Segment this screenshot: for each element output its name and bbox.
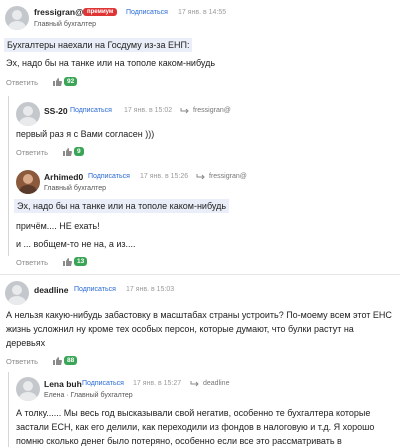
comment-text: А нельзя какую-нибудь забастовку в масшт… — [6, 310, 392, 348]
avatar[interactable] — [16, 170, 40, 194]
premium-badge: премиум — [83, 8, 118, 16]
reply-to-author[interactable]: deadline — [203, 380, 229, 387]
reply-arrow-icon — [180, 108, 189, 114]
avatar[interactable] — [5, 6, 29, 30]
comment-date: 17 янв. в 14:55 — [178, 9, 227, 16]
divider — [0, 274, 400, 275]
subscribe-button[interactable]: Подписаться — [70, 107, 112, 114]
author-role: Елена · Главный бухгалтер — [44, 392, 133, 399]
subscribe-button[interactable]: Подписаться — [74, 286, 116, 293]
quote-text: Эх, надо бы на танке или на тополе каком… — [14, 199, 230, 213]
comment-author[interactable]: Arhimed0 — [44, 172, 83, 182]
thumbs-up-icon[interactable] — [62, 257, 72, 267]
author-role: Главный бухгалтер — [44, 185, 106, 192]
thread-line — [8, 96, 9, 256]
thumbs-up-icon[interactable] — [52, 77, 62, 87]
reply-button[interactable]: Ответить — [16, 258, 48, 267]
like-count: 92 — [64, 77, 78, 86]
subscribe-button[interactable]: Подписаться — [126, 9, 168, 16]
like-count: 13 — [74, 257, 88, 266]
comment-date: 17 янв. в 15:27 — [133, 380, 182, 387]
thumbs-up-icon[interactable] — [52, 356, 62, 366]
comment-date: 17 янв. в 15:02 — [124, 107, 173, 114]
comment-text: Эх, надо бы на танке или на тополе каком… — [6, 58, 216, 68]
like-count: 88 — [64, 356, 78, 365]
comment-date: 17 янв. в 15:26 — [140, 173, 189, 180]
reply-button[interactable]: Ответить — [16, 148, 48, 157]
reply-to-author[interactable]: fressigran@ — [209, 173, 247, 180]
quote-text: Бухгалтеры наехали на Госдуму из-за ЕНП: — [4, 38, 193, 52]
author-role: Главный бухгалтер — [34, 21, 96, 28]
avatar[interactable] — [5, 281, 29, 305]
reply-to-author[interactable]: fressigran@ — [193, 107, 231, 114]
avatar[interactable] — [16, 102, 40, 126]
reply-arrow-icon — [196, 174, 205, 180]
comment-text: причём.... НЕ ехать! — [16, 221, 100, 231]
reply-arrow-icon — [190, 381, 199, 387]
avatar[interactable] — [16, 377, 40, 401]
reply-button[interactable]: Ответить — [6, 78, 38, 87]
subscribe-button[interactable]: Подписаться — [82, 380, 124, 387]
thumbs-up-icon[interactable] — [62, 147, 72, 157]
comment-author[interactable]: fressigran@ — [34, 7, 83, 17]
comment-author[interactable]: SS-20 — [44, 106, 68, 116]
comment-date: 17 янв. в 15:03 — [126, 286, 175, 293]
reply-button[interactable]: Ответить — [6, 357, 38, 366]
comment-author[interactable]: deadline — [34, 285, 68, 295]
comment-author[interactable]: Lena buh — [44, 379, 82, 389]
subscribe-button[interactable]: Подписаться — [88, 173, 130, 180]
comment-text: и ... вобщем-то не на, а из.... — [16, 239, 136, 249]
thread-line — [8, 372, 9, 447]
comment-text: А толку...... Мы весь год высказывали св… — [16, 408, 375, 446]
comment-text: первый раз я с Вами согласен ))) — [16, 129, 155, 139]
like-count: 9 — [74, 147, 84, 156]
